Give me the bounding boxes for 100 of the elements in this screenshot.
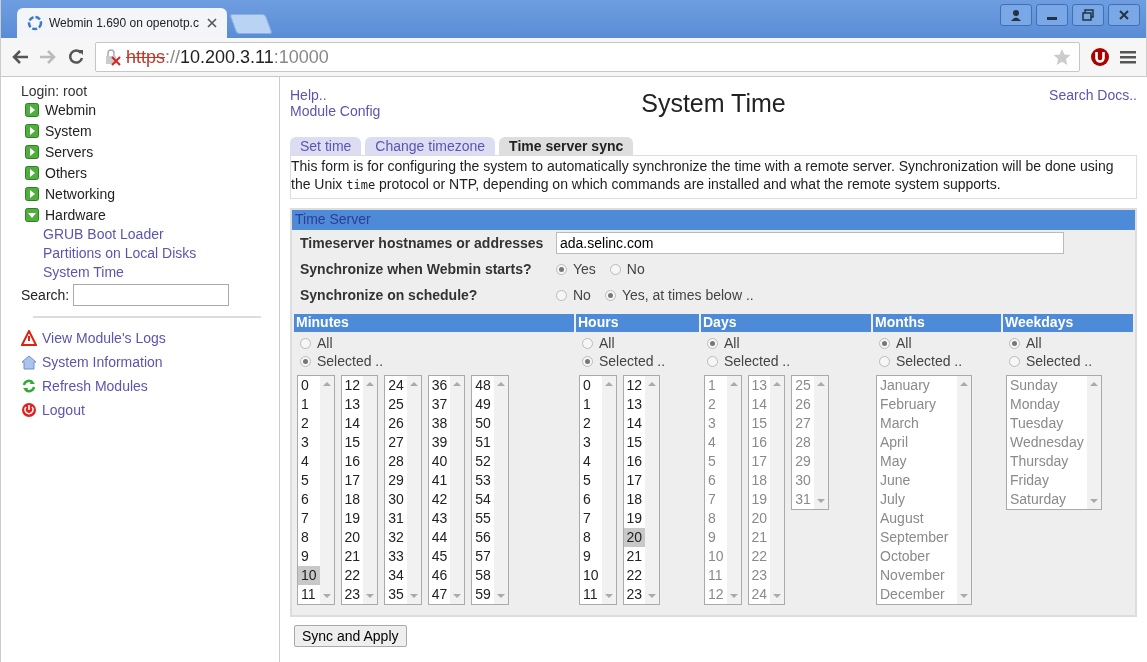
new-tab-button[interactable] [229, 14, 273, 34]
list-option[interactable]: 15 [341, 433, 364, 452]
radio-button[interactable] [582, 355, 593, 367]
header-link[interactable]: Help.. [290, 87, 327, 103]
list-option[interactable]: 0 [580, 376, 602, 395]
list-box[interactable]: 36 37 38 39 40 41 42 43 44 45 46 47 [427, 375, 466, 605]
list-option[interactable]: 5 [580, 471, 602, 490]
list-option[interactable]: 30 [385, 490, 407, 509]
list-option[interactable]: 39 [428, 433, 451, 452]
list-box[interactable]: 12 13 14 15 16 17 18 19 20 21 22 23 [340, 375, 379, 605]
scroll-down-icon[interactable] [322, 594, 331, 598]
list-option[interactable]: 9 [580, 547, 602, 566]
list-box[interactable]: 24 25 26 27 28 29 30 31 32 33 34 35 [384, 375, 422, 605]
category-item[interactable]: Webmin [25, 99, 271, 120]
category-item[interactable]: Networking [25, 183, 271, 204]
list-option[interactable]: 18 [341, 490, 364, 509]
list-option[interactable]: 40 [428, 452, 451, 471]
scroll-up-icon[interactable] [366, 382, 375, 386]
address-bar[interactable]: https://10.200.3.11:10000 [95, 42, 1080, 72]
scroll-down-icon[interactable] [453, 594, 462, 598]
tab[interactable]: Set time [290, 137, 362, 155]
list-option[interactable]: 27 [385, 433, 407, 452]
search-docs-link[interactable]: Search Docs.. [1049, 87, 1137, 103]
list-option[interactable]: 2 [580, 414, 602, 433]
list-option[interactable]: 4 [298, 452, 320, 471]
list-option[interactable]: 22 [341, 566, 364, 585]
list-option[interactable]: 16 [623, 452, 646, 471]
list-option[interactable]: 22 [623, 566, 646, 585]
list-box[interactable]: 48 49 50 51 52 53 54 55 56 57 58 59 [471, 375, 509, 605]
list-option[interactable]: 35 [385, 585, 407, 604]
list-option[interactable]: 59 [472, 585, 494, 604]
header-link[interactable]: Module Config [290, 103, 381, 119]
sidebar-link[interactable]: System Information [21, 350, 163, 374]
list-option[interactable]: 23 [623, 585, 646, 604]
list-option[interactable]: 48 [472, 376, 494, 395]
list-option[interactable]: 32 [385, 528, 407, 547]
radio-button[interactable] [582, 337, 593, 349]
restore-icon[interactable] [1081, 8, 1095, 22]
list-option[interactable]: 3 [580, 433, 602, 452]
list-option[interactable]: 34 [385, 566, 407, 585]
scroll-up-icon[interactable] [453, 382, 462, 386]
list-option[interactable]: 57 [472, 547, 494, 566]
close-icon[interactable] [207, 18, 217, 28]
list-option[interactable]: 21 [341, 547, 364, 566]
list-option[interactable]: 7 [298, 509, 320, 528]
list-option[interactable]: 47 [428, 585, 451, 604]
list-option[interactable]: 13 [341, 395, 364, 414]
radio-button[interactable] [300, 337, 311, 349]
list-option[interactable]: 1 [580, 395, 602, 414]
list-option[interactable]: 51 [472, 433, 494, 452]
list-option[interactable]: 17 [341, 471, 364, 490]
scroll-up-icon[interactable] [322, 382, 331, 386]
list-option[interactable]: 52 [472, 452, 494, 471]
scroll-down-icon[interactable] [409, 594, 418, 598]
scroll-down-icon[interactable] [366, 594, 375, 598]
list-option[interactable]: 21 [623, 547, 646, 566]
sync-apply-button[interactable]: Sync and Apply [294, 625, 407, 647]
list-option[interactable]: 37 [428, 395, 451, 414]
category-item[interactable]: Others [25, 162, 271, 183]
list-option[interactable]: 10 [580, 566, 602, 585]
list-option[interactable]: 8 [298, 528, 320, 547]
scroll-up-icon[interactable] [496, 382, 505, 386]
list-option[interactable]: 4 [580, 452, 602, 471]
list-option[interactable]: 23 [341, 585, 364, 604]
category-item[interactable]: System [25, 120, 271, 141]
list-option[interactable]: 10 [298, 566, 320, 585]
list-option[interactable]: 1 [298, 395, 320, 414]
list-option[interactable]: 45 [428, 547, 451, 566]
scroll-up-icon[interactable] [409, 382, 418, 386]
list-option[interactable]: 53 [472, 471, 494, 490]
radio-button[interactable] [300, 355, 311, 367]
sidebar-link[interactable]: Logout [21, 398, 85, 422]
star-icon[interactable] [1053, 48, 1071, 66]
list-option[interactable]: 43 [428, 509, 451, 528]
list-option[interactable]: 19 [341, 509, 364, 528]
list-option[interactable]: 0 [298, 376, 320, 395]
sidebar-link[interactable]: View Module's Logs [21, 326, 166, 350]
list-option[interactable]: 26 [385, 414, 407, 433]
list-option[interactable]: 29 [385, 471, 407, 490]
list-option[interactable]: 6 [580, 490, 602, 509]
close-icon[interactable] [1117, 8, 1131, 22]
tab[interactable]: Time server sync [499, 137, 634, 155]
list-option[interactable]: 28 [385, 452, 407, 471]
list-option[interactable]: 20 [341, 528, 364, 547]
sidebar-link[interactable]: Refresh Modules [21, 374, 148, 398]
reload-icon[interactable] [67, 48, 85, 66]
list-option[interactable]: 12 [341, 376, 364, 395]
radio-button[interactable] [609, 263, 621, 275]
radio-button[interactable] [604, 289, 616, 301]
scroll-down-icon[interactable] [604, 594, 613, 598]
list-option[interactable]: 20 [623, 528, 646, 547]
extension-icon[interactable] [1090, 47, 1110, 67]
browser-tab[interactable]: Webmin 1.690 on openotp.c [17, 8, 227, 38]
list-option[interactable]: 56 [472, 528, 494, 547]
scroll-up-icon[interactable] [648, 382, 657, 386]
list-option[interactable]: 55 [472, 509, 494, 528]
forward-icon[interactable] [39, 49, 57, 65]
list-box[interactable]: 0 1 2 3 4 5 6 7 8 9 10 11 [579, 375, 617, 605]
list-option[interactable]: 50 [472, 414, 494, 433]
list-option[interactable]: 12 [623, 376, 646, 395]
